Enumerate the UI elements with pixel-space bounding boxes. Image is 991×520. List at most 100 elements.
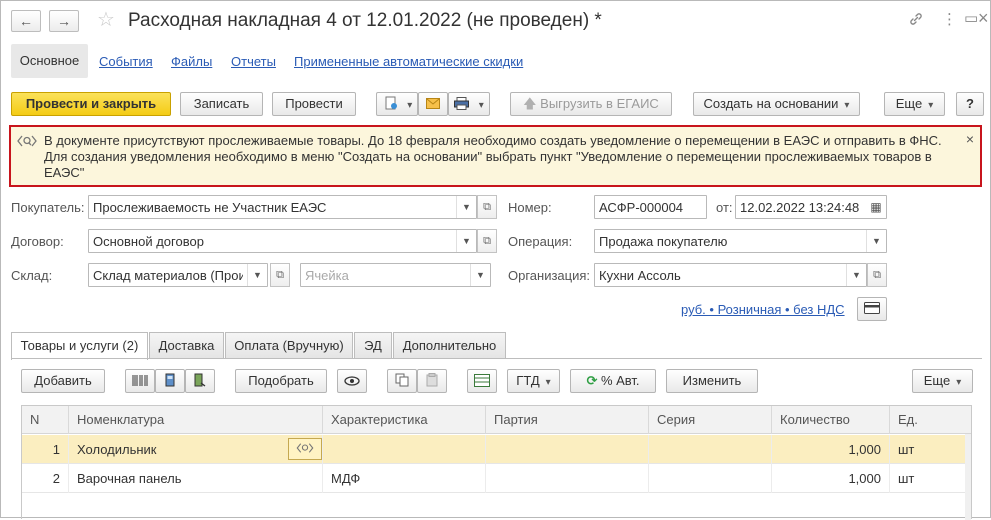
pick-button[interactable]: Подобрать <box>235 369 327 393</box>
tab-additional[interactable]: Дополнительно <box>393 332 506 359</box>
column-header-n[interactable]: N <box>22 406 69 434</box>
buyer-label: Покупатель: <box>11 200 85 215</box>
help-button[interactable]: ? <box>956 92 984 116</box>
close-window-icon[interactable]: × <box>978 9 989 27</box>
view-button[interactable] <box>337 369 367 393</box>
open-organization-button[interactable]: ⧉ <box>867 263 887 287</box>
post-and-close-button[interactable]: Провести и закрыть <box>11 92 171 116</box>
copy-icon <box>395 373 409 388</box>
section-events-link[interactable]: События <box>99 54 153 69</box>
calendar-icon[interactable]: ▦ <box>866 196 886 218</box>
open-window-icon: ⧉ <box>873 269 881 281</box>
paste-button[interactable] <box>417 369 447 393</box>
print-button[interactable] <box>448 92 490 116</box>
terminal-arrow-icon <box>193 373 207 388</box>
column-header-batch[interactable]: Партия <box>486 406 649 434</box>
data-collection-terminal-button[interactable] <box>155 369 185 393</box>
post-button[interactable]: Провести <box>272 92 356 116</box>
number-label: Номер: <box>508 200 552 215</box>
back-button[interactable]: ← <box>11 10 41 32</box>
table-row[interactable]: 1 Холодильник 1,000 шт <box>22 435 971 464</box>
tab-delivery[interactable]: Доставка <box>149 332 224 359</box>
terminal-upload-button[interactable] <box>185 369 215 393</box>
warehouse-field[interactable]: Склад материалов (Произ ▼ <box>88 263 268 287</box>
create-based-on-button[interactable]: Создать на основании <box>693 92 860 116</box>
organization-label: Организация: <box>508 268 591 283</box>
favorite-star-icon[interactable]: ☆ <box>97 9 115 31</box>
column-header-nomenclature[interactable]: Номенклатура <box>69 406 323 434</box>
traceability-icon <box>296 443 314 455</box>
restore-window-icon[interactable]: ▭ <box>964 10 978 28</box>
section-discounts-link[interactable]: Примененные автоматические скидки <box>294 54 523 69</box>
warning-close-icon[interactable]: × <box>966 131 974 147</box>
open-window-icon: ⧉ <box>276 269 284 281</box>
prices-link[interactable]: руб. • Розничная • без НДС <box>681 302 845 317</box>
column-header-characteristic[interactable]: Характеристика <box>323 406 486 434</box>
save-button[interactable]: Записать <box>180 92 263 116</box>
copy-button[interactable] <box>387 369 417 393</box>
table-row[interactable]: 2 Варочная панель МДФ 1,000 шт <box>22 464 971 493</box>
open-warehouse-button[interactable]: ⧉ <box>270 263 290 287</box>
refresh-icon: ⟳ <box>586 373 601 388</box>
column-header-unit[interactable]: Ед. <box>890 406 968 434</box>
tab-payment[interactable]: Оплата (Вручную) <box>225 332 353 359</box>
date-label: от: <box>716 200 733 215</box>
document-attach-icon <box>384 96 402 111</box>
section-reports-link[interactable]: Отчеты <box>231 54 276 69</box>
contract-field[interactable]: Основной договор ▼ <box>88 229 477 253</box>
chevron-down-icon[interactable]: ▼ <box>866 230 886 252</box>
chevron-down-icon[interactable]: ▼ <box>470 264 490 286</box>
buyer-field[interactable]: Прослеживаемость не Участник ЕАЭС ▼ <box>88 195 477 219</box>
gtd-button[interactable]: ГТД <box>507 369 560 393</box>
add-row-button[interactable]: Добавить <box>21 369 105 393</box>
cell-field[interactable]: Ячейка ▼ <box>300 263 491 287</box>
open-window-icon: ⧉ <box>483 201 491 213</box>
open-buyer-button[interactable]: ⧉ <box>477 195 497 219</box>
table-more-button[interactable]: Еще <box>912 369 973 393</box>
export-egais-button[interactable]: 🡅 Выгрузить в ЕГАИС <box>510 92 672 116</box>
chevron-down-icon[interactable]: ▼ <box>247 264 267 286</box>
change-button[interactable]: Изменить <box>666 369 758 393</box>
open-contract-button[interactable]: ⧉ <box>477 229 497 253</box>
forward-arrow-icon: → <box>57 13 71 29</box>
forward-button[interactable]: → <box>49 10 79 32</box>
goods-table: N Номенклатура Характеристика Партия Сер… <box>21 405 972 520</box>
date-field[interactable]: 12.02.2022 13:24:48 ▦ <box>735 195 887 219</box>
attach-button[interactable] <box>376 92 418 116</box>
operation-field[interactable]: Продажа покупателю ▼ <box>594 229 887 253</box>
organization-field[interactable]: Кухни Ассоль ▼ <box>594 263 867 287</box>
column-header-quantity[interactable]: Количество <box>772 406 890 434</box>
card-icon <box>864 301 880 316</box>
envelope-icon <box>426 96 440 111</box>
back-arrow-icon: ← <box>19 13 33 29</box>
traceability-button[interactable] <box>288 438 322 460</box>
tab-edo[interactable]: ЭД <box>354 332 392 359</box>
page-title: Расходная накладная 4 от 12.01.2022 (не … <box>128 10 602 31</box>
section-files-link[interactable]: Файлы <box>171 54 212 69</box>
chevron-down-icon[interactable]: ▼ <box>456 230 476 252</box>
table-scrollbar[interactable] <box>965 434 971 520</box>
table-header: N Номенклатура Характеристика Партия Сер… <box>22 406 971 434</box>
traceability-icon <box>17 134 39 148</box>
number-field[interactable]: АСФР-000004 <box>594 195 707 219</box>
traceability-warning: В документе присутствуют прослеживаемые … <box>9 125 982 187</box>
email-button[interactable] <box>418 92 448 116</box>
section-main[interactable]: Основное <box>11 44 88 78</box>
upload-arrow-icon: 🡅 <box>523 96 541 111</box>
operation-label: Операция: <box>508 234 573 249</box>
prices-button[interactable] <box>857 297 887 321</box>
auto-discount-button[interactable]: ⟳ % Авт. <box>570 369 656 393</box>
column-header-series[interactable]: Серия <box>649 406 772 434</box>
more-actions-button[interactable]: Еще <box>884 92 945 116</box>
link-icon[interactable] <box>908 11 924 32</box>
chevron-down-icon[interactable]: ▼ <box>846 264 866 286</box>
scanner-icon <box>163 373 177 388</box>
barcode-icon <box>132 373 148 388</box>
chevron-down-icon[interactable]: ▼ <box>456 196 476 218</box>
warning-text: В документе присутствуют прослеживаемые … <box>44 133 942 180</box>
title-bar: ← → ☆ Расходная накладная 4 от 12.01.202… <box>1 1 991 41</box>
tab-goods-services[interactable]: Товары и услуги (2) <box>11 332 148 360</box>
table-settings-button[interactable] <box>467 369 497 393</box>
menu-dots-icon[interactable]: ⋮ <box>942 11 957 29</box>
barcode-button[interactable] <box>125 369 155 393</box>
